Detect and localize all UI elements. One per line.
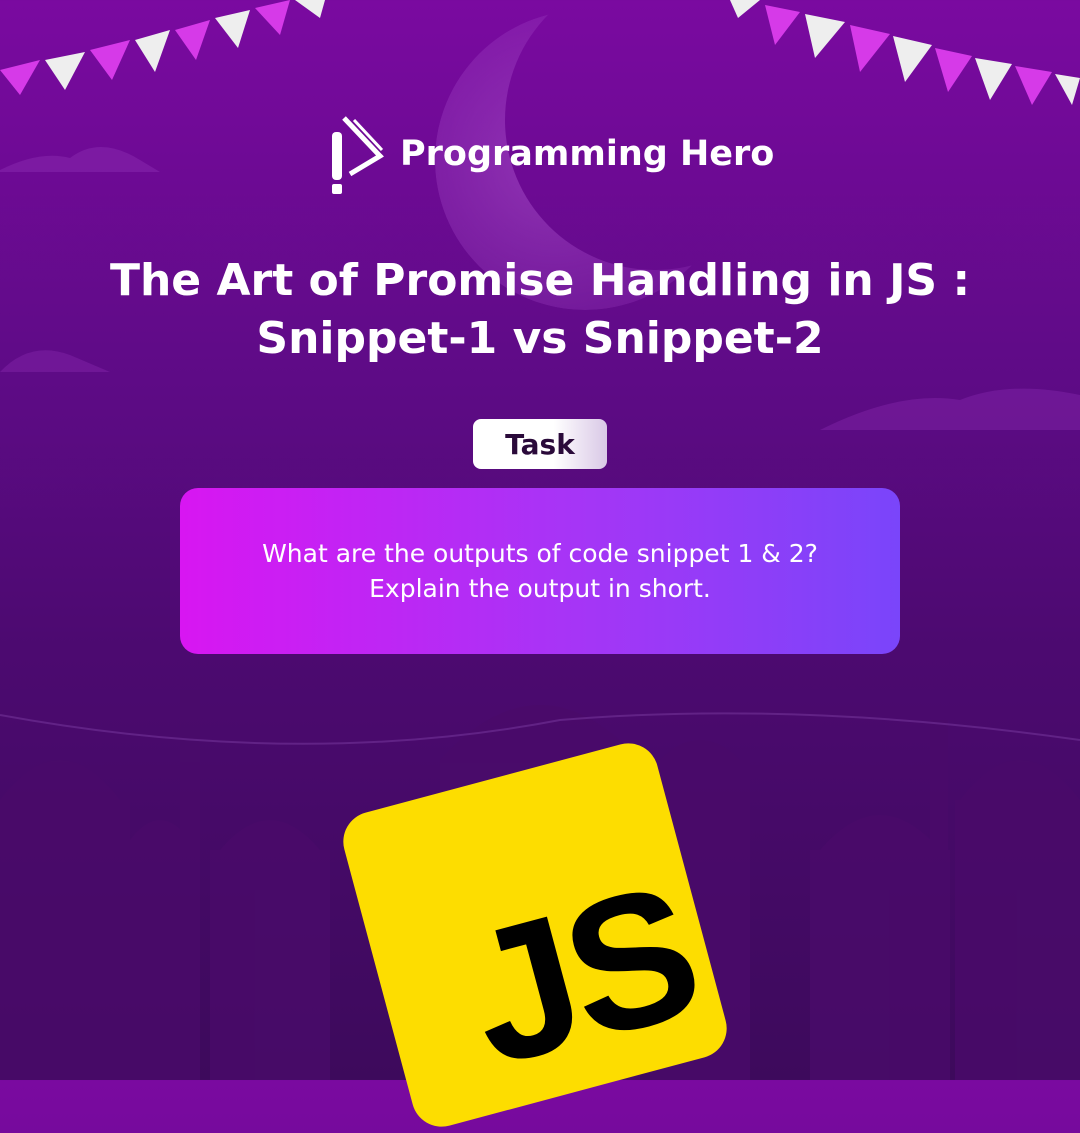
bunting-left [0,0,325,95]
bunting-right [730,0,1080,105]
task-card: What are the outputs of code snippet 1 &… [180,488,900,654]
brand-name: Programming Hero [400,134,775,174]
task-instruction: Explain the output in short. [369,574,711,603]
cloud [0,146,160,172]
programming-hero-logo-icon [332,116,384,194]
task-question: What are the outputs of code snippet 1 &… [262,539,818,568]
title-line-2: Snippet-1 vs Snippet-2 [256,313,824,364]
task-badge: Task [473,419,607,469]
brand-logo: Programming Hero [330,112,774,196]
page-title: The Art of Promise Handling in JS : Snip… [0,252,1080,368]
title-line-1: The Art of Promise Handling in JS : [109,255,971,306]
cloud [820,388,1080,430]
